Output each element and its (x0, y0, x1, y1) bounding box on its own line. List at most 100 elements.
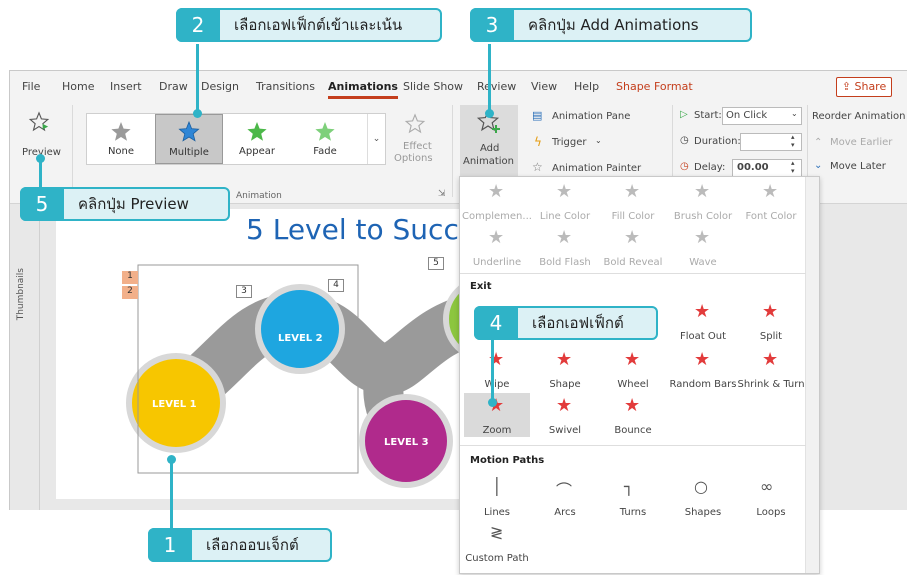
animation-tag[interactable]: 5 (428, 257, 444, 270)
delay-input[interactable]: 00.00 ▴ ▾ (732, 159, 802, 177)
effect-wheel[interactable]: ★ Wheel (600, 347, 666, 391)
effect-bold-flash[interactable]: ★ Bold Flash (532, 225, 598, 269)
share-button[interactable]: ⇪ Share (836, 77, 892, 97)
effect-zoom[interactable]: ★ Zoom (464, 393, 530, 437)
star-icon: ★ (694, 349, 711, 370)
star-icon: ★ (556, 349, 573, 370)
menu-slide-show[interactable]: Slide Show (403, 80, 463, 93)
spinner-icon[interactable]: ▴ ▾ (791, 159, 795, 175)
callout-text: คลิกปุ่ม Preview (78, 195, 189, 213)
effect-options-button[interactable]: Effect Options (392, 111, 438, 171)
preview-star-icon (28, 111, 50, 132)
menu-animations[interactable]: Animations (328, 80, 398, 99)
animation-pane-icon: ▤ (532, 109, 543, 122)
thumbnails-pane[interactable]: Thumbnails (10, 204, 40, 510)
menu-shape-format[interactable]: Shape Format (616, 80, 693, 93)
effect-shrink-turn[interactable]: ★ Shrink & Turn (737, 347, 804, 391)
motion-lines[interactable]: │ Lines (464, 475, 530, 519)
menu-review[interactable]: Review (477, 80, 516, 93)
effect-options-icon (404, 113, 426, 134)
motion-shapes[interactable]: ○ Shapes (670, 475, 736, 519)
star-icon: ★ (694, 301, 711, 322)
effect-underline[interactable]: ★ Underline (464, 225, 530, 269)
callout-dot (167, 455, 176, 464)
level-2-label: LEVEL 2 (278, 333, 323, 344)
gallery-none[interactable]: None (87, 114, 155, 164)
menu-file[interactable]: File (22, 80, 40, 93)
callout-dot (485, 109, 494, 118)
callout-3: 3 คลิกปุ่ม Add Animations (470, 8, 752, 42)
share-label: Share (854, 80, 887, 93)
effect-brush-color[interactable]: ★ Brush Color (670, 179, 736, 223)
start-select[interactable]: On Click ⌄ (722, 107, 802, 125)
group-animation-label: Animation (236, 191, 282, 201)
delay-value: 00.00 (737, 162, 769, 173)
menu-help[interactable]: Help (574, 80, 599, 93)
motion-custom-path[interactable]: ≷ Custom Path (464, 521, 530, 565)
animation-tag[interactable]: 1 (122, 271, 138, 284)
callout-leader (196, 44, 199, 110)
menu-view[interactable]: View (531, 80, 557, 93)
menu-transitions[interactable]: Transitions (256, 80, 315, 93)
animation-pane-button[interactable]: ▤ Animation Pane (532, 109, 672, 125)
menu-bar: File Home Insert Draw Design Transitions… (10, 71, 907, 101)
gallery-appear[interactable]: Appear (223, 114, 291, 164)
effect-font-color[interactable]: ★ Font Color (738, 179, 804, 223)
effect-label: Bold Flash (539, 257, 591, 268)
effect-fill-color[interactable]: ★ Fill Color (600, 179, 666, 223)
effect-label: Bold Reveal (603, 257, 663, 268)
gallery-fade[interactable]: Fade (291, 114, 359, 164)
duration-input[interactable]: ▴ ▾ (740, 133, 802, 151)
callout-number: 4 (474, 306, 518, 340)
slide-canvas[interactable]: 5 Level to Succ LEVEL 1 LEVEL 2 LEVEL 3 … (56, 209, 476, 499)
menu-insert[interactable]: Insert (110, 80, 142, 93)
effect-wave[interactable]: ★ Wave (670, 225, 736, 269)
motion-arcs[interactable]: ⌒ Arcs (532, 475, 598, 519)
animation-tag[interactable]: 4 (328, 279, 344, 292)
menu-design[interactable]: Design (201, 80, 239, 93)
gallery-multiple-label: Multiple (169, 147, 209, 158)
menu-home[interactable]: Home (62, 80, 94, 93)
callout-number: 2 (176, 8, 220, 42)
effect-bold-reveal[interactable]: ★ Bold Reveal (600, 225, 666, 269)
panel-divider (460, 273, 806, 274)
callout-text: คลิกปุ่ม Add Animations (528, 16, 699, 34)
effect-float-out[interactable]: ★ Float Out (670, 299, 736, 343)
effect-random-bars[interactable]: ★ Random Bars (670, 347, 737, 391)
motion-turns[interactable]: ┐ Turns (600, 475, 666, 519)
animation-tag[interactable]: 3 (236, 285, 252, 298)
trigger-button[interactable]: ϟ Trigger ⌄ (532, 135, 672, 151)
animation-tag[interactable]: 2 (122, 286, 138, 299)
animation-dropdown: ★ Complemen... ★ Line Color ★ Fill Color ★ B… (459, 176, 820, 574)
move-earlier-button[interactable]: ⌃ Move Earlier (814, 135, 904, 151)
painter-icon: ☆ (532, 160, 543, 174)
effect-label: Split (759, 331, 783, 342)
move-later-button[interactable]: ⌄ Move Later (814, 159, 904, 175)
effect-line-color[interactable]: ★ Line Color (532, 179, 598, 223)
effect-wipe[interactable]: ★ Wipe (464, 347, 530, 391)
custom-path-icon: ≷ (490, 523, 504, 542)
effect-label: Loops (756, 507, 786, 518)
effect-swivel[interactable]: ★ Swivel (532, 393, 598, 437)
menu-draw[interactable]: Draw (159, 80, 188, 93)
star-icon: ★ (694, 181, 711, 202)
animation-painter-button[interactable]: ☆ Animation Painter (532, 160, 672, 177)
dialog-launcher-icon[interactable]: ⇲ (438, 189, 446, 199)
callout-number: 3 (470, 8, 514, 42)
effect-shape[interactable]: ★ Shape (532, 347, 598, 391)
effect-split[interactable]: ★ Split (738, 299, 804, 343)
callout-leader (488, 44, 491, 110)
spinner-icon[interactable]: ▴ ▾ (791, 133, 795, 149)
effect-label: Underline (472, 257, 522, 268)
gallery-multiple[interactable]: Multiple (155, 114, 223, 164)
star-icon: ★ (488, 227, 505, 248)
chevron-down-icon: ⌄ (791, 109, 798, 118)
motion-loops[interactable]: ∞ Loops (738, 475, 804, 519)
star-burst-icon (247, 122, 267, 141)
callout-dot (488, 398, 497, 407)
gallery-more-button[interactable]: ⌄ (367, 114, 385, 164)
turn-path-icon: ┐ (624, 477, 634, 496)
callout-dot (36, 154, 45, 163)
effect-complementary[interactable]: ★ Complemen... (462, 179, 532, 223)
effect-bounce[interactable]: ★ Bounce (600, 393, 666, 437)
